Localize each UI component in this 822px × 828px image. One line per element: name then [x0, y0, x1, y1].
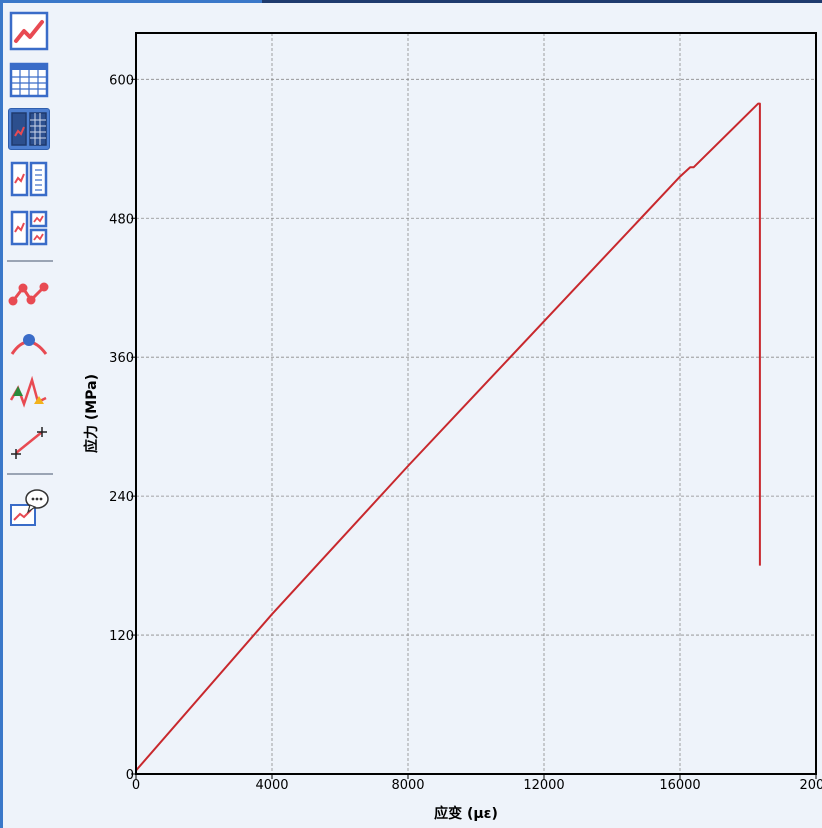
toolbar-separator — [7, 473, 53, 475]
y-tick-label: 240 — [109, 490, 134, 505]
x-tick-label: 2000 — [799, 778, 822, 793]
line-chart-icon — [9, 11, 49, 51]
x-tick-label: 4000 — [255, 778, 288, 793]
line-segment-icon — [11, 427, 47, 459]
multi-chart-icon — [10, 210, 48, 246]
y-tick-label: 600 — [109, 73, 134, 88]
peak-marker-button[interactable] — [8, 323, 50, 365]
y-axis-title: 应力 (MPa) — [83, 374, 100, 453]
x-tick-label: 12000 — [523, 778, 564, 793]
grid-lines — [136, 33, 816, 774]
multi-chart-view-button[interactable] — [8, 207, 50, 249]
tool-sidebar — [3, 3, 59, 828]
peak-valley-icon — [9, 375, 47, 408]
toolbar-separator — [7, 260, 53, 262]
chart-canvas: 040008000120001600020000120240360480600 … — [83, 32, 822, 822]
x-axis-title: 应变 (με) — [434, 805, 498, 822]
x-tick-label: 16000 — [659, 778, 700, 793]
series-layer — [135, 102, 761, 772]
chart-list-split-icon — [10, 161, 48, 197]
chart-comment-icon — [10, 489, 49, 526]
chart-table-view-button[interactable] — [8, 108, 50, 150]
table-grid-icon — [9, 62, 49, 98]
x-tick-label: 8000 — [391, 778, 424, 793]
plot-area-frame — [135, 32, 817, 775]
y-tick-label: 360 — [109, 351, 134, 366]
y-tick-label: 120 — [109, 629, 134, 644]
y-tick-label: 0 — [126, 768, 134, 783]
axis-ticks: 040008000120001600020000120240360480600 — [109, 73, 822, 793]
line-segment-button[interactable] — [8, 423, 50, 465]
data-points-icon — [8, 282, 49, 306]
line-chart-button[interactable] — [8, 10, 50, 52]
data-points-button[interactable] — [8, 273, 50, 315]
peak-valley-button[interactable] — [8, 373, 50, 415]
y-tick-label: 480 — [109, 212, 134, 227]
chart-comment-button[interactable] — [8, 487, 50, 529]
peak-marker-icon — [10, 334, 48, 355]
chart-list-view-button[interactable] — [8, 158, 50, 200]
stress-strain-chart[interactable]: 040008000120001600020000120240360480600 … — [60, 0, 822, 828]
series-line — [135, 102, 761, 772]
table-view-button[interactable] — [8, 59, 50, 101]
chart-table-split-icon — [11, 112, 47, 146]
